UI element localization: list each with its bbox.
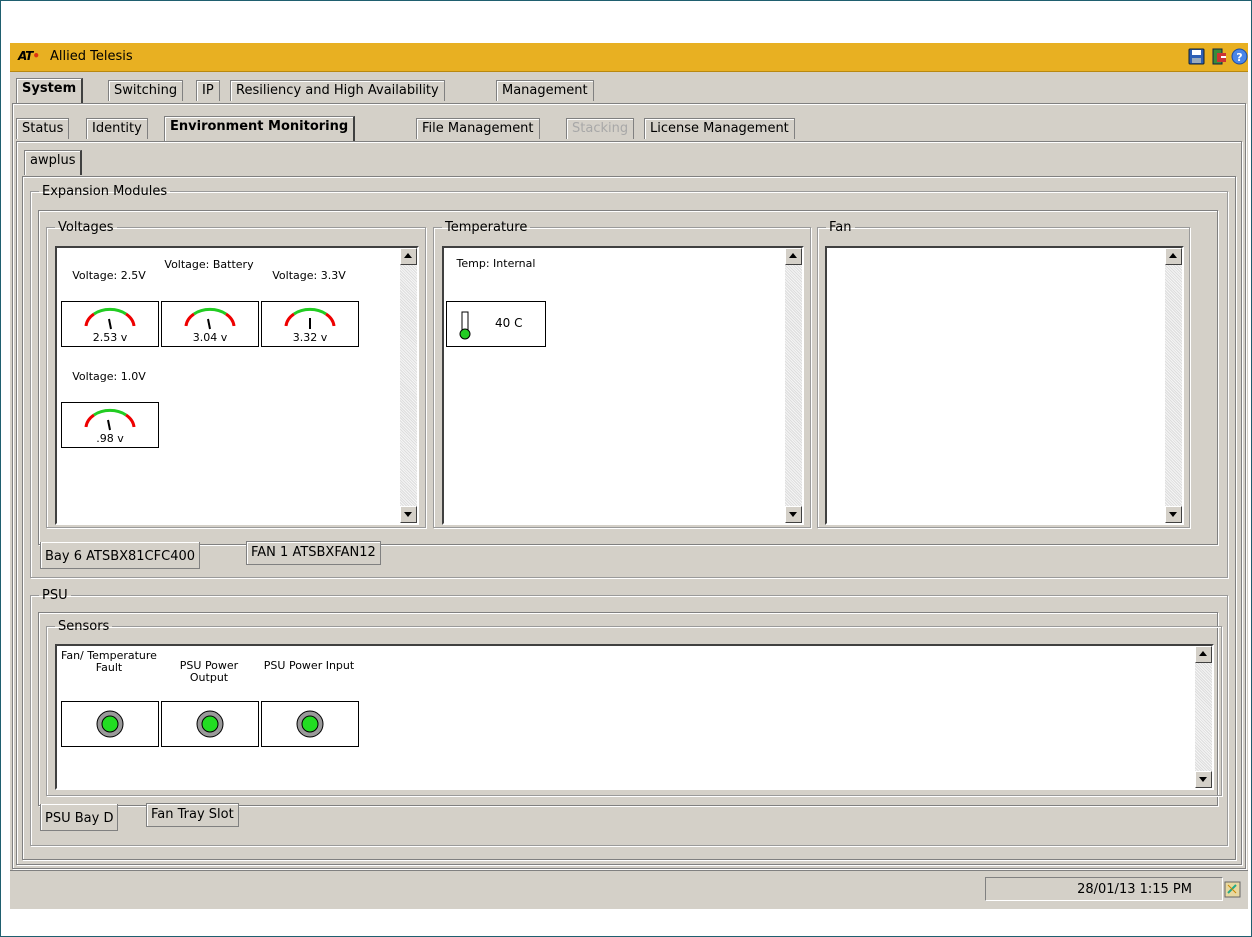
save-icon[interactable] [1188, 48, 1205, 65]
app-body: System Switching IP Resiliency and High … [10, 72, 1248, 870]
gauge-dial-icon [84, 307, 136, 330]
gauge-value: 3.04 v [192, 331, 228, 344]
tab-fan-tray-slot[interactable]: Fan Tray Slot [146, 803, 239, 827]
svg-text:?: ? [1236, 51, 1242, 64]
voltage-gauge: .98 v [61, 402, 159, 448]
tab-license-management[interactable]: License Management [644, 118, 795, 139]
tab-bay6[interactable]: Bay 6 ATSBX81CFC400 [40, 542, 201, 569]
vertical-scrollbar[interactable] [1165, 248, 1182, 523]
voltage-gauge: 3.32 v [261, 301, 359, 347]
tab-fan1[interactable]: FAN 1 ATSBXFAN12 [246, 541, 381, 565]
sensor-status-box [61, 701, 159, 747]
sub-tab-bar: Status Identity Environment Monitoring F… [16, 116, 916, 141]
status-led-icon [96, 710, 124, 738]
tab-stacking: Stacking [566, 118, 635, 139]
voltages-title: Voltages [58, 220, 114, 235]
help-icon[interactable]: ? [1231, 48, 1248, 65]
vertical-scrollbar[interactable] [1195, 646, 1212, 788]
sensor-status-box [161, 701, 259, 747]
scroll-up-button[interactable] [1195, 646, 1212, 663]
psu-title: PSU [42, 588, 68, 603]
expansion-modules-title: Expansion Modules [42, 184, 168, 199]
scroll-up-button[interactable] [400, 248, 417, 265]
title-bar: AT• Allied Telesis ? [10, 43, 1248, 72]
gauge-dial-icon [284, 307, 336, 329]
voltage-gauge: 3.04 v [161, 301, 259, 347]
vertical-scrollbar[interactable] [785, 248, 802, 523]
gauge-label: Voltage: 2.5V [72, 269, 146, 282]
tab-management[interactable]: Management [496, 80, 594, 101]
temperature-list[interactable]: Temp: Internal 40 C [442, 246, 804, 525]
gauge-label: Voltage: 3.3V [272, 269, 346, 282]
scroll-up-button[interactable] [1165, 248, 1182, 265]
scroll-down-button[interactable] [785, 506, 802, 523]
main-tab-bar: System Switching IP Resiliency and High … [16, 78, 916, 103]
scroll-down-button[interactable] [1195, 771, 1212, 788]
gauge-dial-icon [84, 408, 136, 431]
sensor-label: PSU Power Input [263, 659, 355, 672]
fan-list[interactable] [825, 246, 1184, 525]
tab-system[interactable]: System [16, 78, 84, 103]
sensor-label: PSU Power Output [179, 659, 239, 684]
voltages-list[interactable]: Voltage: 2.5V Voltage: Battery Voltage: … [55, 246, 419, 525]
gauge-dial-icon [184, 307, 236, 330]
tab-switching[interactable]: Switching [108, 80, 184, 101]
gauge-value: 2.53 v [92, 331, 128, 344]
gauge-label: Voltage: Battery [164, 258, 254, 271]
tab-psu-bay-d[interactable]: PSU Bay D [40, 804, 119, 831]
app-title: Allied Telesis [50, 49, 133, 64]
refresh-status-icon[interactable] [1224, 881, 1241, 898]
tab-resiliency[interactable]: Resiliency and High Availability [230, 80, 445, 101]
temp-sensor-label: Temp: Internal [456, 257, 536, 270]
tab-ip[interactable]: IP [196, 80, 220, 101]
tab-environment-monitoring[interactable]: Environment Monitoring [164, 116, 356, 141]
tab-status[interactable]: Status [16, 118, 70, 139]
status-led-icon [296, 710, 324, 738]
gauge-value: .98 v [96, 432, 124, 445]
sensors-title: Sensors [58, 619, 110, 634]
status-datetime: 28/01/13 1:15 PM [985, 877, 1223, 901]
fan-title: Fan [829, 220, 852, 235]
temp-sensor-box: 40 C [446, 301, 546, 347]
tab-device-awplus[interactable]: awplus [24, 150, 83, 175]
scroll-down-button[interactable] [1165, 506, 1182, 523]
gauge-label: Voltage: 1.0V [72, 370, 146, 383]
tab-file-management[interactable]: File Management [416, 118, 540, 139]
allied-telesis-logo: AT• [18, 49, 40, 63]
vertical-scrollbar[interactable] [400, 248, 417, 523]
tab-identity[interactable]: Identity [86, 118, 148, 139]
sensor-status-box [261, 701, 359, 747]
gauge-value: 3.32 v [292, 331, 328, 344]
temperature-title: Temperature [445, 220, 528, 235]
thermometer-icon [459, 311, 471, 340]
status-led-icon [196, 710, 224, 738]
status-bar: 28/01/13 1:15 PM [10, 870, 1248, 909]
temp-sensor-value: 40 C [495, 316, 523, 330]
voltage-gauge: 2.53 v [61, 301, 159, 347]
scroll-down-button[interactable] [400, 506, 417, 523]
scroll-up-button[interactable] [785, 248, 802, 265]
exit-icon[interactable] [1211, 48, 1228, 65]
sensors-list[interactable]: Fan/ Temperature Fault PSU Power Output … [55, 644, 1214, 790]
sensor-label: Fan/ Temperature Fault [61, 649, 157, 674]
